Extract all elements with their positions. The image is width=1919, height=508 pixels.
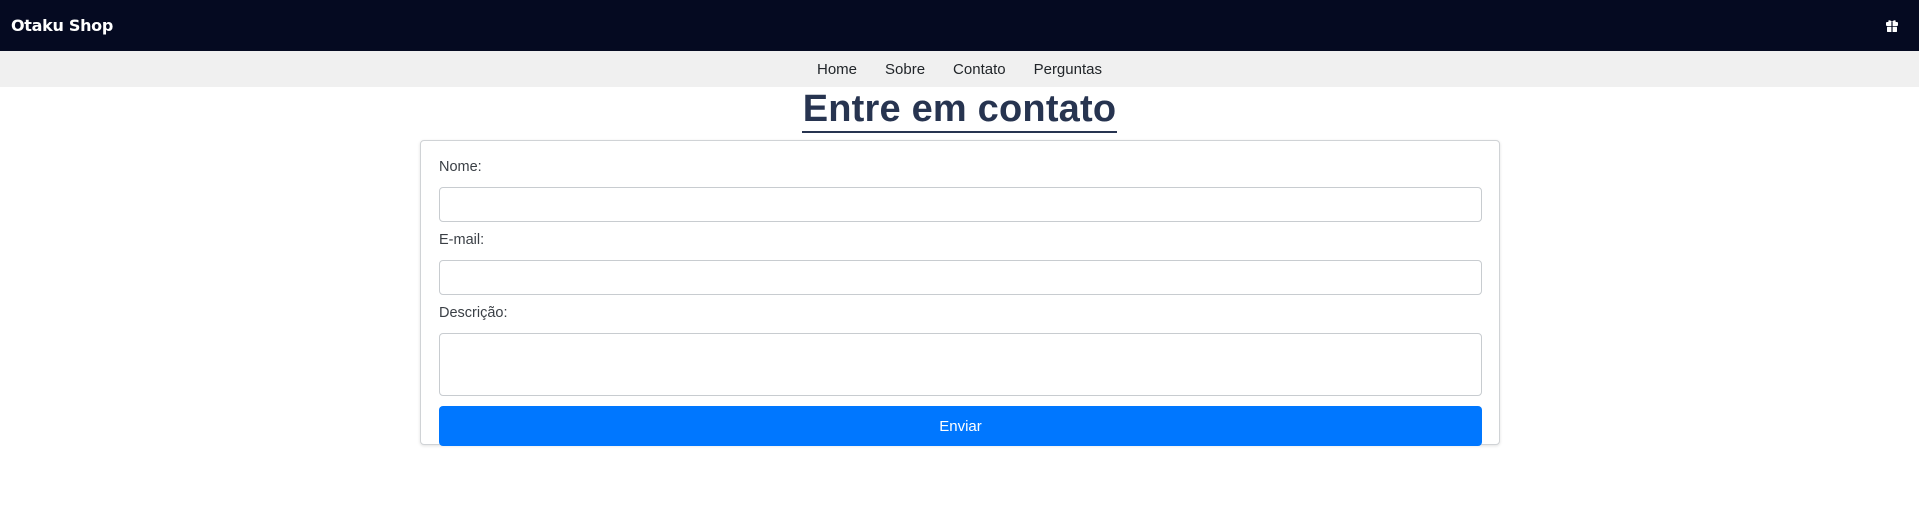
cart-button[interactable] bbox=[1877, 11, 1907, 41]
email-input[interactable] bbox=[439, 260, 1482, 295]
title-container: Entre em contato bbox=[0, 87, 1919, 133]
nav-link-sobre[interactable]: Sobre bbox=[885, 61, 925, 78]
name-input[interactable] bbox=[439, 187, 1482, 222]
nav-link-perguntas[interactable]: Perguntas bbox=[1034, 61, 1102, 78]
top-header: Otaku Shop bbox=[0, 0, 1919, 51]
page-title: Entre em contato bbox=[801, 87, 1118, 133]
contact-form: Nome: E-mail: Descrição: Enviar bbox=[420, 140, 1500, 446]
description-textarea[interactable] bbox=[439, 333, 1482, 396]
gift-box-icon bbox=[1886, 19, 1898, 32]
email-label: E-mail: bbox=[439, 232, 485, 248]
main-nav: Home Sobre Contato Perguntas bbox=[0, 51, 1919, 87]
name-label: Nome: bbox=[439, 159, 482, 175]
nav-link-contato[interactable]: Contato bbox=[953, 61, 1006, 78]
submit-button[interactable]: Enviar bbox=[439, 406, 1482, 446]
brand-logo[interactable]: Otaku Shop bbox=[11, 16, 113, 35]
nav-link-home[interactable]: Home bbox=[817, 61, 857, 78]
description-label: Descrição: bbox=[439, 305, 508, 321]
